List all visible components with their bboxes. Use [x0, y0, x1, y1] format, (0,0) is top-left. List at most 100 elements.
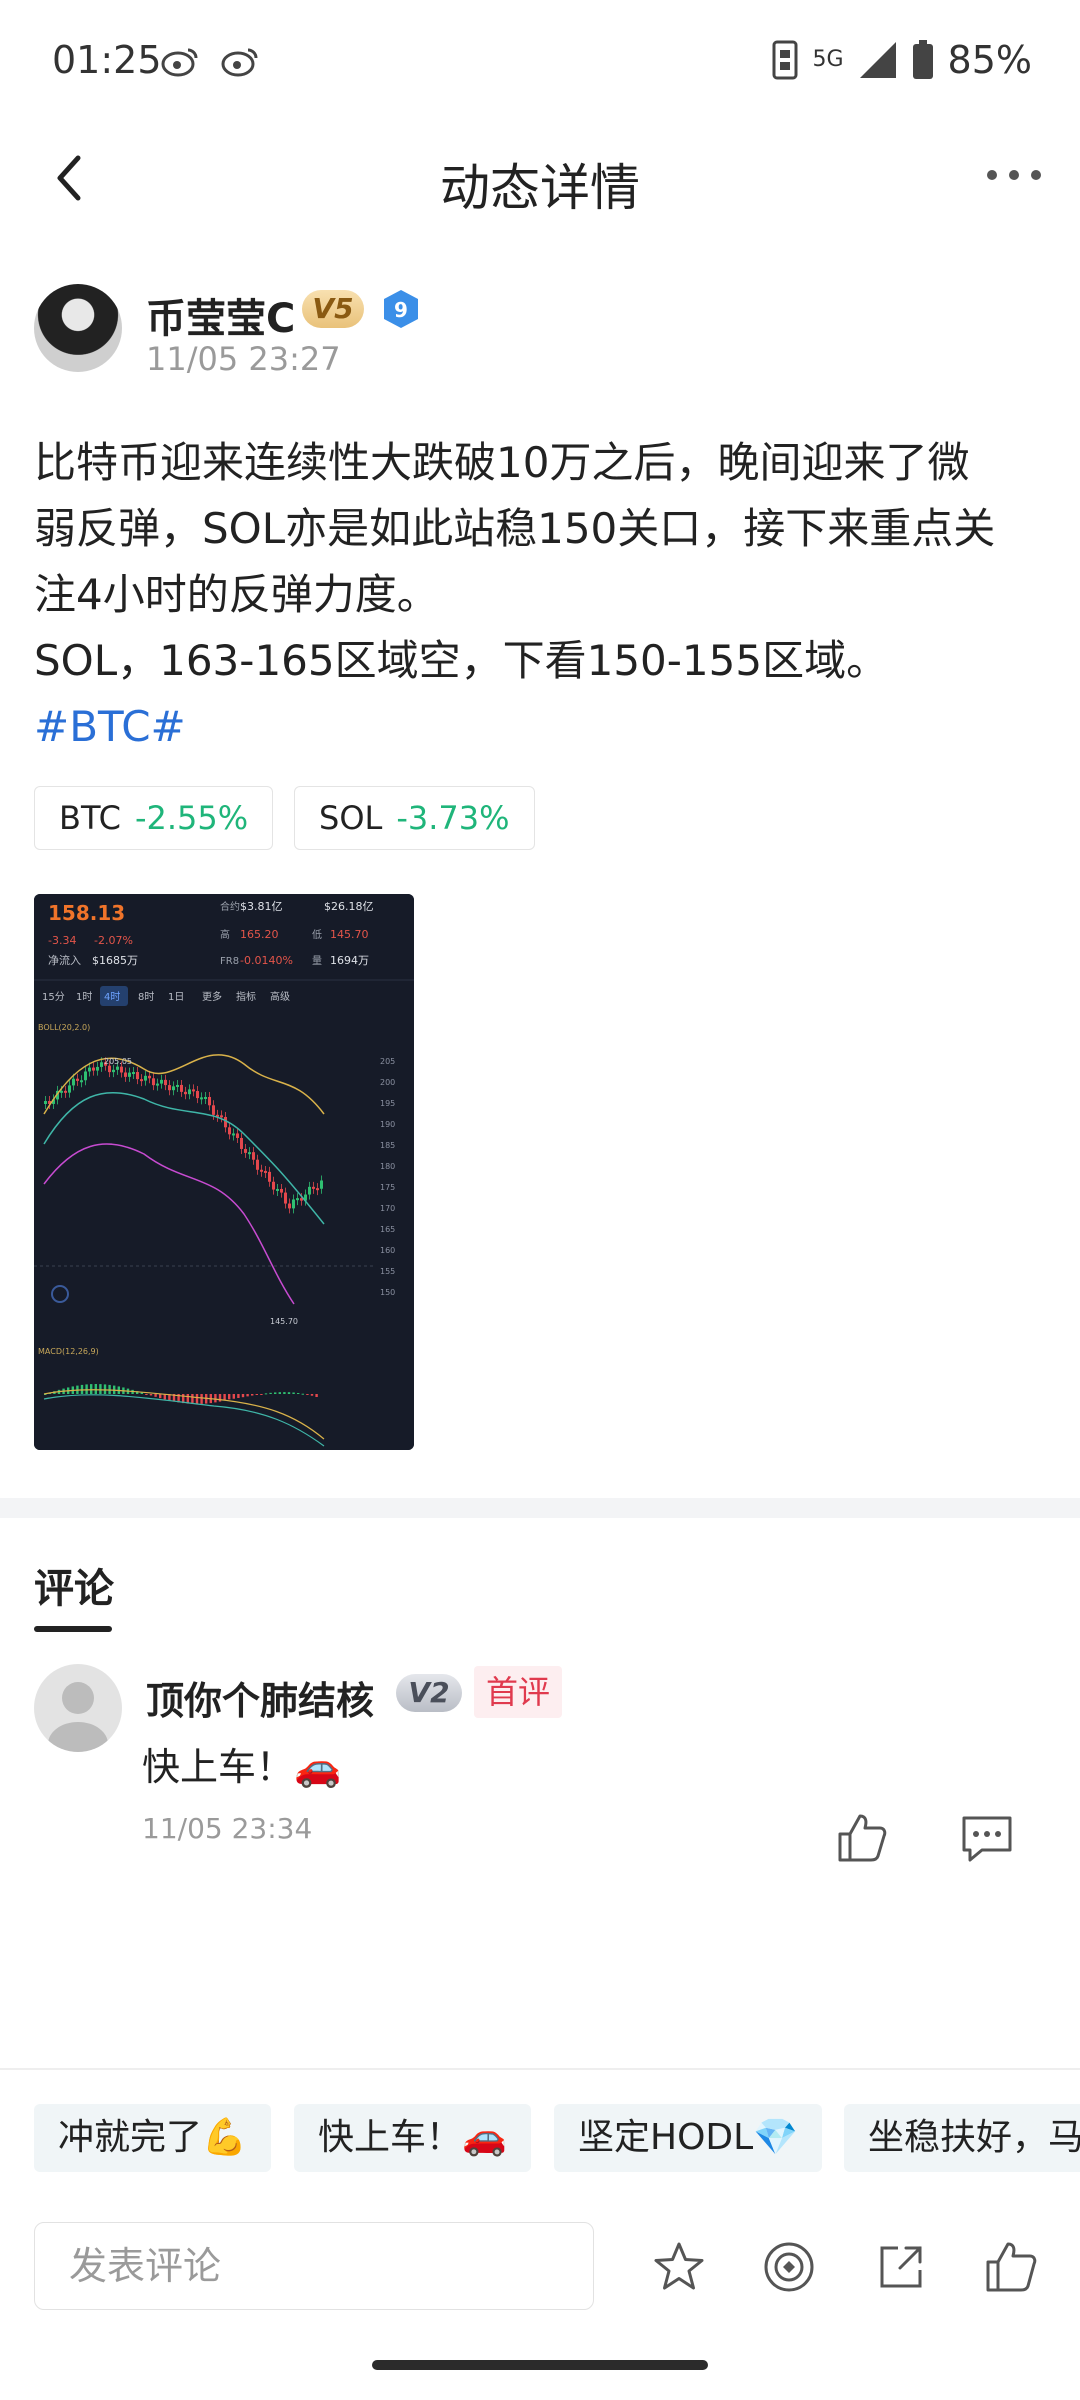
y-tick-label: 200	[380, 1078, 395, 1087]
battery-icon	[912, 40, 933, 79]
candle-body	[44, 1101, 47, 1104]
candle-body	[240, 1137, 243, 1149]
candle-body	[72, 1078, 75, 1086]
author-name[interactable]: 币莹莹C	[146, 286, 295, 344]
hashtag-link[interactable]: #BTC#	[34, 702, 186, 751]
candle-body	[280, 1188, 283, 1193]
candle-body	[152, 1078, 155, 1086]
candle-body	[188, 1089, 191, 1095]
candle-body	[224, 1116, 227, 1128]
candle-body	[232, 1133, 235, 1136]
candle-body	[208, 1096, 211, 1106]
ticker-card-sol[interactable]: SOL -3.73%	[294, 786, 535, 850]
candle-body	[164, 1079, 167, 1086]
comment-input[interactable]: 发表评论	[34, 2222, 594, 2310]
candle-body	[132, 1072, 135, 1075]
chart-turnover: $3.81亿	[240, 900, 283, 913]
chart-screenshot-image[interactable]: 158.13 -3.34 -2.07% 净流入 $1685万 合约 $3.81亿…	[34, 894, 414, 1450]
chart-delta-pct: -2.07%	[94, 934, 133, 947]
interval-tab: 高级	[270, 990, 290, 1003]
macd-bar	[297, 1393, 300, 1394]
more-dots-icon[interactable]	[984, 160, 1044, 190]
status-time: 01:25	[52, 38, 162, 82]
candle-body	[176, 1084, 179, 1087]
post-time: 11/05 23:27	[146, 340, 341, 378]
y-tick-label: 190	[380, 1120, 395, 1129]
macd-bar	[237, 1394, 240, 1398]
y-tick-label: 155	[380, 1267, 395, 1276]
y-tick-label: 205	[380, 1057, 395, 1066]
author-avatar[interactable]	[34, 284, 122, 372]
ticker-symbol: SOL	[319, 799, 383, 837]
candle-body	[212, 1105, 215, 1115]
candle-body	[144, 1075, 147, 1081]
macd-bar	[283, 1392, 286, 1394]
chart-low-label: 低	[312, 928, 322, 941]
star-favorite-icon[interactable]	[652, 2240, 706, 2294]
macd-bar	[145, 1394, 148, 1395]
chart-high: 165.20	[240, 928, 279, 941]
candle-body	[160, 1079, 163, 1084]
commenter-avatar[interactable]	[34, 1664, 122, 1752]
chart-macd-label: MACD(12,26,9)	[38, 1347, 99, 1356]
candle-body	[316, 1188, 319, 1191]
candle-body	[260, 1169, 263, 1172]
interval-tab: 4时	[104, 991, 120, 1003]
macd-bar	[214, 1394, 217, 1403]
interval-tab: 15分	[42, 991, 65, 1003]
candle-body	[64, 1090, 67, 1093]
quick-reply-chip[interactable]: 冲就完了💪	[34, 2104, 271, 2172]
candle-body	[268, 1171, 271, 1182]
candle-body	[136, 1072, 139, 1080]
candle-body	[84, 1071, 87, 1081]
quick-reply-chip[interactable]: 快上车！🚗	[294, 2104, 531, 2172]
tab-comments[interactable]: 评论	[34, 1556, 114, 1614]
ticker-change: -2.55%	[134, 799, 249, 837]
comment-text: 快上车！🚗	[142, 1745, 342, 1789]
candle-body	[112, 1069, 115, 1073]
candle-body	[60, 1090, 63, 1093]
candle-body	[116, 1066, 119, 1070]
chart-funding-label: FR8	[220, 956, 239, 967]
candle-body	[124, 1072, 127, 1077]
candle-body	[264, 1170, 267, 1173]
y-tick-label: 195	[380, 1099, 395, 1108]
candle-body	[108, 1065, 111, 1073]
candle-body	[128, 1072, 131, 1077]
vip-badge: V2	[396, 1674, 462, 1712]
tip-coin-icon[interactable]	[762, 2240, 816, 2294]
macd-bar	[246, 1394, 249, 1397]
macd-bar	[159, 1394, 162, 1399]
candle-body	[80, 1080, 83, 1083]
commenter-name[interactable]: 顶你个肺结核	[146, 1670, 374, 1725]
like-thumb-icon[interactable]	[984, 2240, 1038, 2294]
chart-boll-label: BOLL(20,2.0)	[38, 1023, 90, 1032]
macd-bar	[218, 1394, 222, 1402]
quick-reply-chip[interactable]: 坐稳扶好，马	[844, 2104, 1080, 2172]
candle-body	[92, 1067, 95, 1071]
ticker-card-btc[interactable]: BTC -2.55%	[34, 786, 274, 850]
candle-body	[140, 1079, 143, 1082]
thumbs-up-icon[interactable]	[836, 1812, 888, 1864]
comment-time: 11/05 23:34	[142, 1812, 313, 1845]
bottom-divider	[0, 2068, 1080, 2070]
level-badge-text: 9	[394, 298, 408, 322]
share-icon[interactable]	[874, 2240, 928, 2294]
macd-bar	[306, 1394, 309, 1395]
reply-bubble-icon[interactable]	[958, 1812, 1016, 1864]
sim-icon	[772, 40, 798, 80]
macd-bar	[232, 1394, 235, 1399]
chart-screenshot-drawing: 158.13 -3.34 -2.07% 净流入 $1685万 合约 $3.81亿…	[34, 894, 414, 1450]
back-arrow-icon[interactable]	[40, 148, 100, 208]
macd-bar	[255, 1394, 258, 1395]
interval-tab: 1时	[76, 991, 92, 1003]
candle-body	[272, 1181, 275, 1190]
chart-high-label: 高	[220, 928, 230, 941]
candle-body	[312, 1186, 315, 1189]
ticker-change: -3.73%	[396, 799, 510, 837]
candle-body	[320, 1180, 323, 1189]
macd-bar	[241, 1394, 245, 1398]
quick-reply-chip[interactable]: 坚定HODL💎	[554, 2104, 823, 2172]
candle-body	[284, 1192, 287, 1204]
macd-bar	[228, 1394, 231, 1400]
